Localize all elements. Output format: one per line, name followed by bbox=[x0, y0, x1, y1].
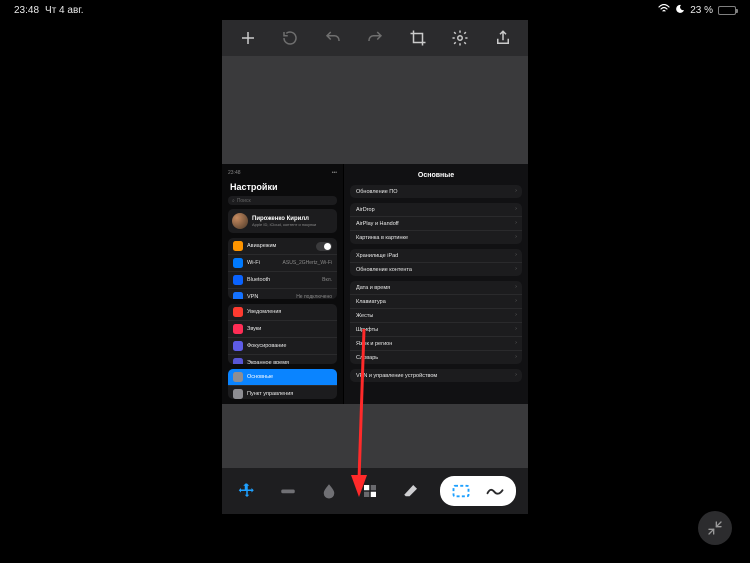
rect-select-mode[interactable] bbox=[444, 479, 478, 503]
share-button[interactable] bbox=[486, 23, 520, 53]
crop-button[interactable] bbox=[401, 23, 435, 53]
sidebar-item-general[interactable]: Основные bbox=[228, 369, 337, 385]
settings-title: Настройки bbox=[226, 180, 339, 196]
profile-sub: Apple ID, iCloud, контент и покупки bbox=[252, 222, 316, 227]
sidebar-item-bluetooth[interactable]: BluetoothВкл. bbox=[228, 271, 337, 288]
settings-detail: Основные Обновление ПО AirDrop AirPlay и… bbox=[344, 164, 528, 404]
selection-mode-segmented bbox=[440, 476, 516, 506]
settings-search[interactable]: ⌕ Поиск bbox=[228, 196, 337, 205]
canvas-padding-bottom bbox=[222, 404, 528, 468]
detail-row[interactable]: Жесты bbox=[350, 308, 522, 322]
embedded-screenshot: 23:48 ••• Настройки ⌕ Поиск Пироженко Ки… bbox=[222, 164, 528, 404]
avatar bbox=[232, 213, 248, 229]
detail-row[interactable]: AirDrop bbox=[350, 203, 522, 216]
ipad-status-bar: 23:48 Чт 4 авг. 23 % bbox=[0, 0, 750, 20]
detail-row[interactable]: VPN и управление устройством bbox=[350, 369, 522, 382]
redo-button[interactable] bbox=[358, 23, 392, 53]
pixelate-tool[interactable] bbox=[358, 478, 383, 504]
detail-row[interactable]: Дата и время bbox=[350, 281, 522, 294]
inner-status-time: 23:48 bbox=[228, 170, 241, 176]
battery-percent: 23 % bbox=[690, 5, 713, 16]
undo-button[interactable] bbox=[316, 23, 350, 53]
detail-row[interactable]: Словарь bbox=[350, 350, 522, 364]
editor-bottom-toolbar bbox=[222, 468, 528, 514]
detail-row[interactable]: Клавиатура bbox=[350, 294, 522, 308]
freehand-select-mode[interactable] bbox=[478, 479, 512, 503]
rotate-button[interactable] bbox=[273, 23, 307, 53]
airplane-toggle[interactable] bbox=[316, 242, 332, 251]
detail-row[interactable]: Картинка в картинке bbox=[350, 230, 522, 244]
settings-group-network: Авиарежим Wi-FiASUS_2GHertz_Wi-Fi Blueto… bbox=[228, 238, 337, 299]
profile-row[interactable]: Пироженко Кирилл Apple ID, iCloud, конте… bbox=[228, 209, 337, 233]
wifi-icon bbox=[658, 4, 670, 16]
sidebar-item-screentime[interactable]: Экранное время bbox=[228, 354, 337, 365]
status-time: 23:48 bbox=[14, 5, 39, 16]
detail-row[interactable]: Язык и регион bbox=[350, 336, 522, 350]
detail-row[interactable]: Хранилище iPad bbox=[350, 249, 522, 262]
status-date: Чт 4 авг. bbox=[45, 5, 83, 16]
eraser-tool[interactable] bbox=[399, 478, 424, 504]
dnd-moon-icon bbox=[675, 4, 685, 17]
detail-row[interactable]: Обновление контента bbox=[350, 262, 522, 276]
settings-group-notif: Уведомления Звуки Фокусирование Экранное… bbox=[228, 304, 337, 365]
inner-status-icons: ••• bbox=[332, 170, 337, 176]
collapse-fab[interactable] bbox=[698, 511, 732, 545]
sidebar-item-wifi[interactable]: Wi-FiASUS_2GHertz_Wi-Fi bbox=[228, 254, 337, 271]
sidebar-item-sounds[interactable]: Звуки bbox=[228, 320, 337, 337]
detail-row[interactable]: Шрифты bbox=[350, 322, 522, 336]
move-tool[interactable] bbox=[234, 478, 259, 504]
sidebar-item-focus[interactable]: Фокусирование bbox=[228, 337, 337, 354]
sidebar-item-vpn[interactable]: VPNНе подключено bbox=[228, 288, 337, 299]
sidebar-item-controlcenter[interactable]: Пункт управления bbox=[228, 385, 337, 399]
detail-row[interactable]: Обновление ПО bbox=[350, 185, 522, 198]
search-icon: ⌕ bbox=[232, 198, 235, 204]
settings-gear-button[interactable] bbox=[443, 23, 477, 53]
blur-tool[interactable] bbox=[316, 478, 341, 504]
settings-sidebar: 23:48 ••• Настройки ⌕ Поиск Пироженко Ки… bbox=[222, 164, 344, 404]
settings-group-general: Основные Пункт управления bbox=[228, 369, 337, 399]
add-button[interactable] bbox=[231, 23, 265, 53]
editor-stage: 23:48 ••• Настройки ⌕ Поиск Пироженко Ки… bbox=[222, 20, 528, 550]
detail-title: Основные bbox=[350, 170, 522, 185]
sidebar-item-airplane[interactable]: Авиарежим bbox=[228, 238, 337, 254]
sidebar-item-notifications[interactable]: Уведомления bbox=[228, 304, 337, 320]
search-placeholder: Поиск bbox=[237, 198, 251, 204]
battery-icon bbox=[718, 6, 736, 15]
editor-top-toolbar bbox=[222, 20, 528, 56]
line-tool[interactable] bbox=[275, 478, 300, 504]
detail-row[interactable]: AirPlay и Handoff bbox=[350, 216, 522, 230]
canvas-padding-top bbox=[222, 56, 528, 164]
